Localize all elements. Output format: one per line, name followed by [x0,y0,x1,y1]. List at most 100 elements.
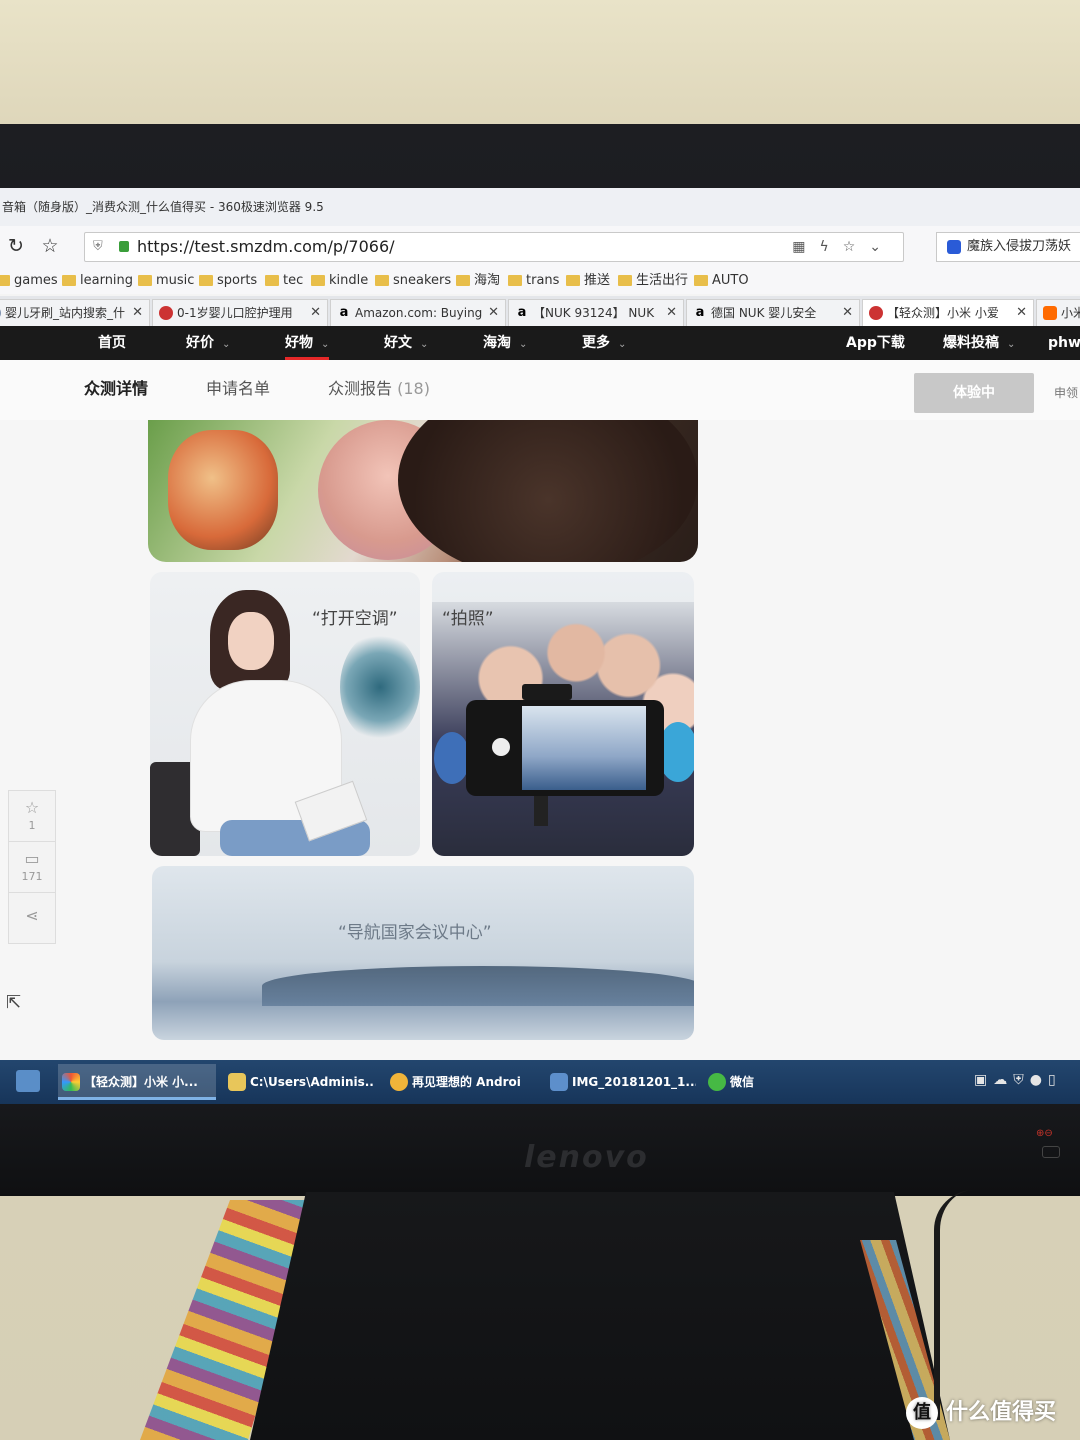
share-button[interactable]: ⋖ [9,893,55,943]
site-nav: 首页 好价⌄ 好物⌄ 好文⌄ 海淘⌄ 更多⌄ App下载 爆料投稿⌄ phwa [0,326,1080,360]
nav-app-download[interactable]: App下载 [846,326,905,360]
test-subnav: 众测详情 申请名单 众测报告 (18) 体验中 申领 [0,360,1080,421]
browser-tab[interactable]: 婴儿牙刷_站内搜索_什 ✕ [0,299,150,326]
woman-figure [190,590,370,856]
url-text: https://test.smzdm.com/p/7066/ [137,237,395,256]
tray-shield-icon[interactable]: ⛨ [1013,1072,1030,1088]
folder-icon [0,275,10,286]
close-icon[interactable]: ✕ [310,300,321,326]
bookmark-item[interactable]: games [0,272,58,290]
bookmark-item[interactable]: sports [199,272,257,290]
url-input[interactable]: ⛨ https://test.smzdm.com/p/7066/ ▦ϟ☆⌄ [84,232,904,262]
bookmark-item[interactable]: trans [508,272,559,290]
address-bar-row: ↻ ☆ ⛨ https://test.smzdm.com/p/7066/ ▦ϟ☆… [0,226,1080,269]
smzdm-watermark: 值 什么值得买 [906,1396,1056,1430]
browser-tab[interactable]: a Amazon.com: Buying ✕ [330,299,506,326]
taskbar-item-wechat[interactable]: 微信 [704,1064,854,1100]
taskbar-item-browser[interactable]: 【轻众测】小米 小... [58,1064,216,1100]
watermark-text: 什么值得买 [946,1400,1057,1425]
power-button-icon [1042,1146,1060,1158]
nav-username[interactable]: phwa [1048,326,1080,360]
browser-tab-active[interactable]: 【轻众测】小米 小爱 ✕ [862,299,1034,326]
browser-tab[interactable]: 0-1岁婴儿口腔护理用 ✕ [152,299,328,326]
close-icon[interactable]: ✕ [488,300,499,326]
bookmark-item[interactable]: AUTO [694,272,749,290]
comment-count: 171 [21,870,43,883]
bookmark-item[interactable]: 推送 [566,272,610,290]
monitor-cable [934,1190,980,1420]
cartoon-figure [168,430,278,550]
chevron-down-icon: ⌄ [519,339,528,350]
favorite-star-icon[interactable]: ☆ [38,234,62,258]
nav-home[interactable]: 首页 [98,326,126,360]
browser-tab[interactable]: a 德国 NUK 婴儿安全 ✕ [686,299,860,326]
taskbar-item-image[interactable]: IMG_20181201_1... [546,1064,696,1100]
trial-status-button[interactable]: 体验中 [914,373,1034,413]
tray-network-icon[interactable]: ▣ [974,1072,993,1088]
lightning-icon[interactable]: ϟ [819,239,842,255]
tray-battery-icon[interactable]: ▯ [1048,1072,1062,1088]
reload-icon[interactable]: ↻ [4,234,28,258]
bookmark-star-icon[interactable]: ☆ [843,239,870,255]
folder-icon [199,275,213,286]
wechat-icon [708,1073,726,1091]
folder-icon [228,1073,246,1091]
qrcode-icon[interactable]: ▦ [792,239,819,255]
tab-strip: 婴儿牙刷_站内搜索_什 ✕ 0-1岁婴儿口腔护理用 ✕ a Amazon.com: B… [0,296,1080,327]
scene-card-air-conditioner: “打开空调” [150,572,420,856]
folder-icon [62,275,76,286]
bookmark-item[interactable]: 海淘 [456,272,500,290]
apply-link[interactable]: 申领 [1054,384,1078,401]
amazon-favicon: a [695,305,705,320]
taskbar-item-explorer[interactable]: C:\Users\Adminis... [224,1064,374,1100]
chevron-down-icon: ⌄ [420,339,429,350]
star-icon: ☆ [24,798,40,817]
folder-icon [375,275,389,286]
report-count: (18) [397,379,430,398]
tab-applicants[interactable]: 申请名单 [206,378,270,400]
browser-360-icon [62,1073,80,1091]
chevron-down-icon: ⌄ [1007,339,1016,350]
bookmark-item[interactable]: kindle [311,272,368,290]
tray-360-icon[interactable]: ● [1030,1072,1048,1088]
balloon-shape [434,732,470,784]
chevron-down-icon: ⌄ [618,339,627,350]
nav-goods[interactable]: 好物 ⌄ [285,326,330,360]
comment-button[interactable]: ▭ 171 [9,842,55,893]
close-icon[interactable]: ✕ [842,300,853,326]
favorite-button[interactable]: ☆ 1 [9,791,55,842]
bookmark-item[interactable]: learning [62,272,133,290]
nav-more[interactable]: 更多 ⌄ [582,326,626,360]
baidu-paw-icon [947,240,961,254]
amazon-favicon: a [517,305,527,320]
close-icon[interactable]: ✕ [1016,300,1027,326]
taskbar-item-qq[interactable]: 再见理想的 Androi [386,1064,536,1100]
folder-icon [508,275,522,286]
monitor-brand-logo: lenovo [524,1140,649,1175]
show-desktop-icon[interactable] [16,1070,40,1092]
tab-test-details[interactable]: 众测详情 [84,378,148,400]
close-icon[interactable]: ✕ [132,300,143,326]
quote-photo: “拍照” [442,609,494,629]
image-file-icon [550,1073,568,1091]
nav-haitao[interactable]: 海淘 ⌄ [483,326,527,360]
bookmark-item[interactable]: 生活出行 [618,272,688,290]
bookmark-item[interactable]: sneakers [375,272,451,290]
nav-articles[interactable]: 好文 ⌄ [384,326,428,360]
nav-submit[interactable]: 爆料投稿 ⌄ [943,326,1015,360]
browser-tab[interactable]: 小米 [1036,299,1080,326]
tab-reports[interactable]: 众测报告 (18) [328,378,430,400]
chevron-down-icon[interactable]: ⌄ [869,239,895,255]
folder-icon [456,275,470,286]
close-icon[interactable]: ✕ [666,300,677,326]
qq-penguin-icon [390,1073,408,1091]
nav-deals[interactable]: 好价 ⌄ [186,326,230,360]
bookmark-item[interactable]: music [138,272,194,290]
phone-screen-shape [522,706,646,790]
search-favicon [0,306,1,320]
browser-tab[interactable]: a 【NUK 93124】 NUK ✕ [508,299,684,326]
search-input[interactable]: 魔族入侵拔刀荡妖 [936,232,1080,262]
tripod-shape [534,796,548,826]
bookmark-item[interactable]: tec [265,272,303,290]
tray-cloud-icon[interactable]: ☁ [993,1072,1013,1088]
